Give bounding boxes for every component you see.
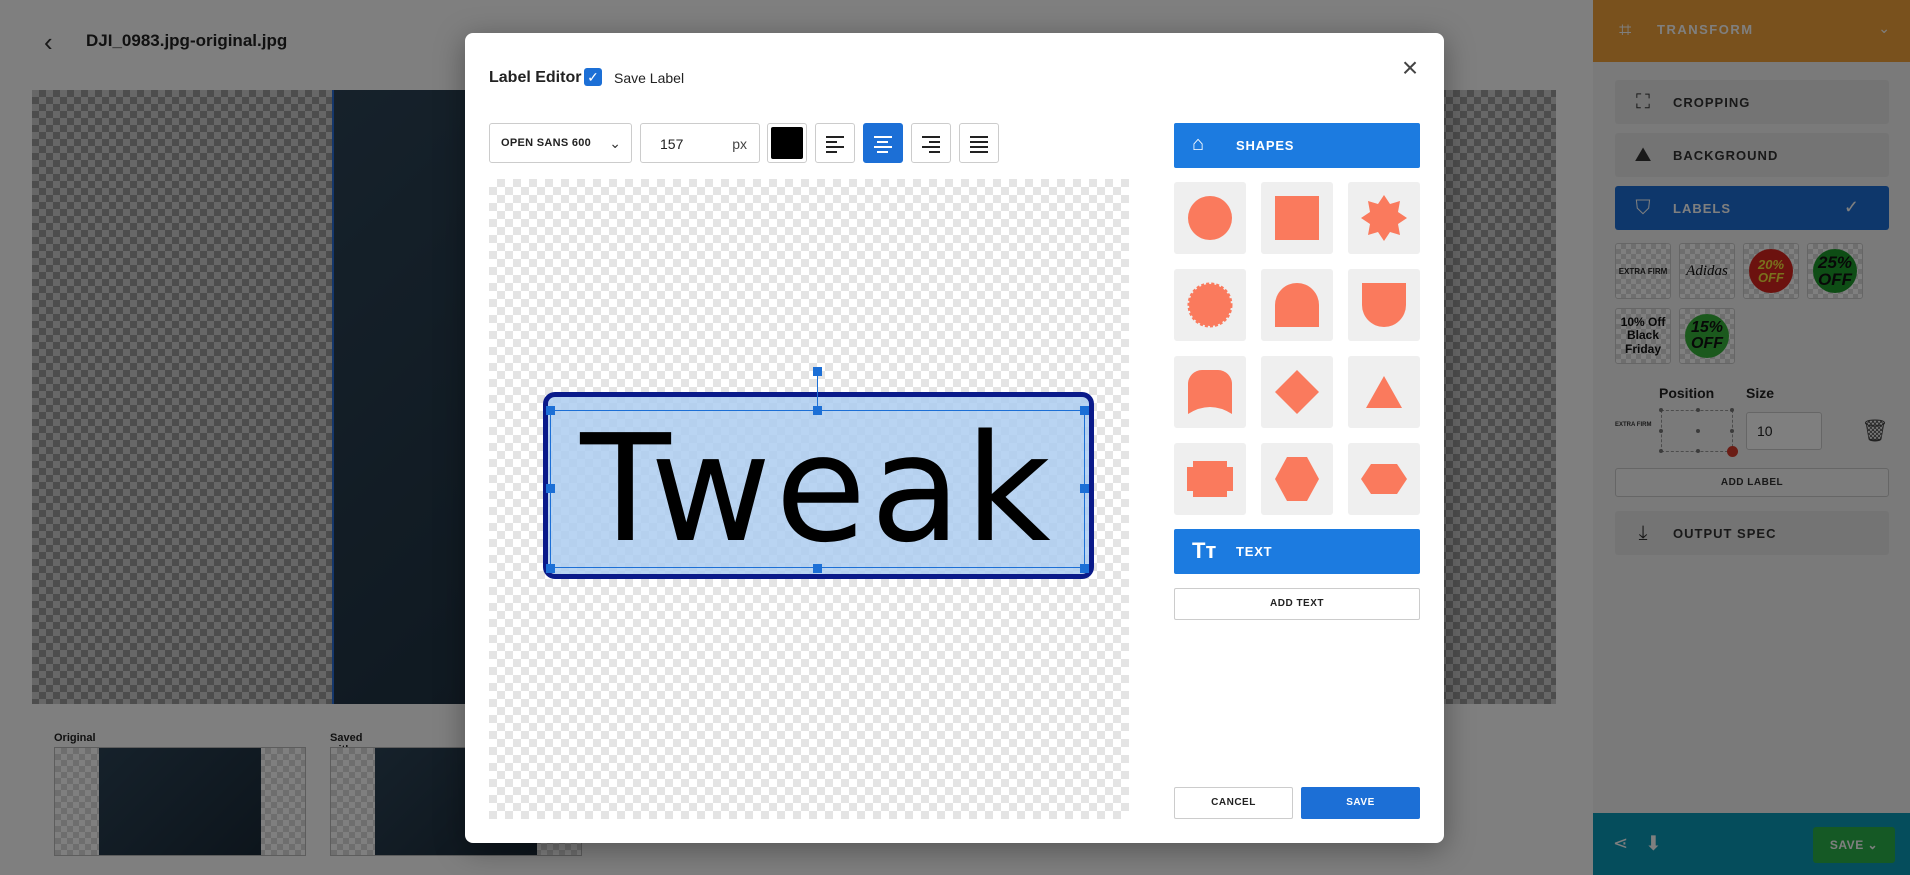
triangle-shape-icon — [1366, 376, 1402, 408]
resize-handle[interactable] — [1080, 564, 1089, 573]
align-left-button[interactable] — [815, 123, 855, 163]
align-right-button[interactable] — [911, 123, 951, 163]
color-swatch-fill — [771, 127, 803, 159]
modal-title: Label Editor — [489, 69, 582, 86]
circle-shape-icon — [1188, 196, 1232, 240]
cancel-button[interactable]: CANCEL — [1174, 787, 1293, 819]
shapes-button[interactable]: ⌂ SHAPES — [1174, 123, 1420, 168]
hexagon-shape-icon — [1275, 457, 1319, 501]
align-justify-icon — [970, 136, 988, 153]
text-label: TEXT — [1236, 544, 1273, 559]
add-text-button[interactable]: ADD TEXT — [1174, 588, 1420, 620]
shape-hexagon[interactable] — [1261, 443, 1333, 515]
shield-shape-icon — [1362, 283, 1406, 327]
rotate-handle[interactable] — [813, 367, 822, 376]
align-center-button[interactable] — [863, 123, 903, 163]
resize-handle[interactable] — [813, 406, 822, 415]
shape-square[interactable] — [1261, 182, 1333, 254]
font-size-unit: px — [732, 136, 747, 152]
label-editor-modal: Label Editor ✓ Save Label × OPEN SANS 60… — [465, 33, 1444, 843]
arch-shape-icon — [1275, 283, 1319, 327]
font-family-value: OPEN SANS 600 — [501, 137, 592, 149]
rotate-handle-line — [817, 371, 818, 411]
align-left-icon — [826, 136, 844, 153]
label-text[interactable]: Tweak — [550, 410, 1085, 568]
font-size-value: 157 — [660, 136, 684, 152]
shape-notched-rectangle[interactable] — [1174, 443, 1246, 515]
resize-handle[interactable] — [546, 406, 555, 415]
font-family-select[interactable]: OPEN SANS 600 ⌄ — [489, 123, 632, 163]
text-button[interactable]: Tт TEXT — [1174, 529, 1420, 574]
scalloped-circle-shape-icon — [1187, 282, 1233, 328]
close-icon[interactable]: × — [1397, 54, 1423, 82]
label-canvas[interactable]: Tweak — [489, 179, 1129, 819]
text-color-swatch[interactable] — [767, 123, 807, 163]
shape-scalloped-circle[interactable] — [1174, 269, 1246, 341]
resize-handle[interactable] — [546, 564, 555, 573]
align-justify-button[interactable] — [959, 123, 999, 163]
diamond-shape-icon — [1275, 370, 1319, 414]
shape-triangle[interactable] — [1348, 356, 1420, 428]
align-right-icon — [922, 136, 940, 153]
shape-starburst[interactable] — [1348, 182, 1420, 254]
resize-handle[interactable] — [1080, 406, 1089, 415]
shape-horizontal-hexagon[interactable] — [1348, 443, 1420, 515]
font-size-input[interactable]: 157 px — [640, 123, 760, 163]
chevron-down-icon: ⌄ — [609, 135, 621, 151]
square-shape-icon — [1275, 196, 1319, 240]
align-center-icon — [874, 136, 892, 153]
shape-arch[interactable] — [1261, 269, 1333, 341]
save-label-checkbox[interactable]: ✓ — [584, 68, 602, 86]
text-size-icon: Tт — [1192, 538, 1217, 563]
resize-handle[interactable] — [813, 564, 822, 573]
add-shape-icon: ⌂ — [1192, 133, 1205, 155]
shapes-label: SHAPES — [1236, 138, 1295, 153]
shape-shield[interactable] — [1348, 269, 1420, 341]
shape-bookmark-arch[interactable] — [1174, 356, 1246, 428]
shape-circle[interactable] — [1174, 182, 1246, 254]
horizontal-hexagon-shape-icon — [1361, 464, 1407, 494]
shape-diamond[interactable] — [1261, 356, 1333, 428]
save-button[interactable]: SAVE — [1301, 787, 1420, 819]
save-label-text: Save Label — [614, 70, 685, 86]
bookmark-arch-shape-icon — [1188, 370, 1232, 414]
resize-handle[interactable] — [1080, 484, 1089, 493]
resize-handle[interactable] — [546, 484, 555, 493]
notched-rectangle-shape-icon — [1187, 461, 1233, 497]
starburst-shape-icon — [1361, 195, 1407, 241]
